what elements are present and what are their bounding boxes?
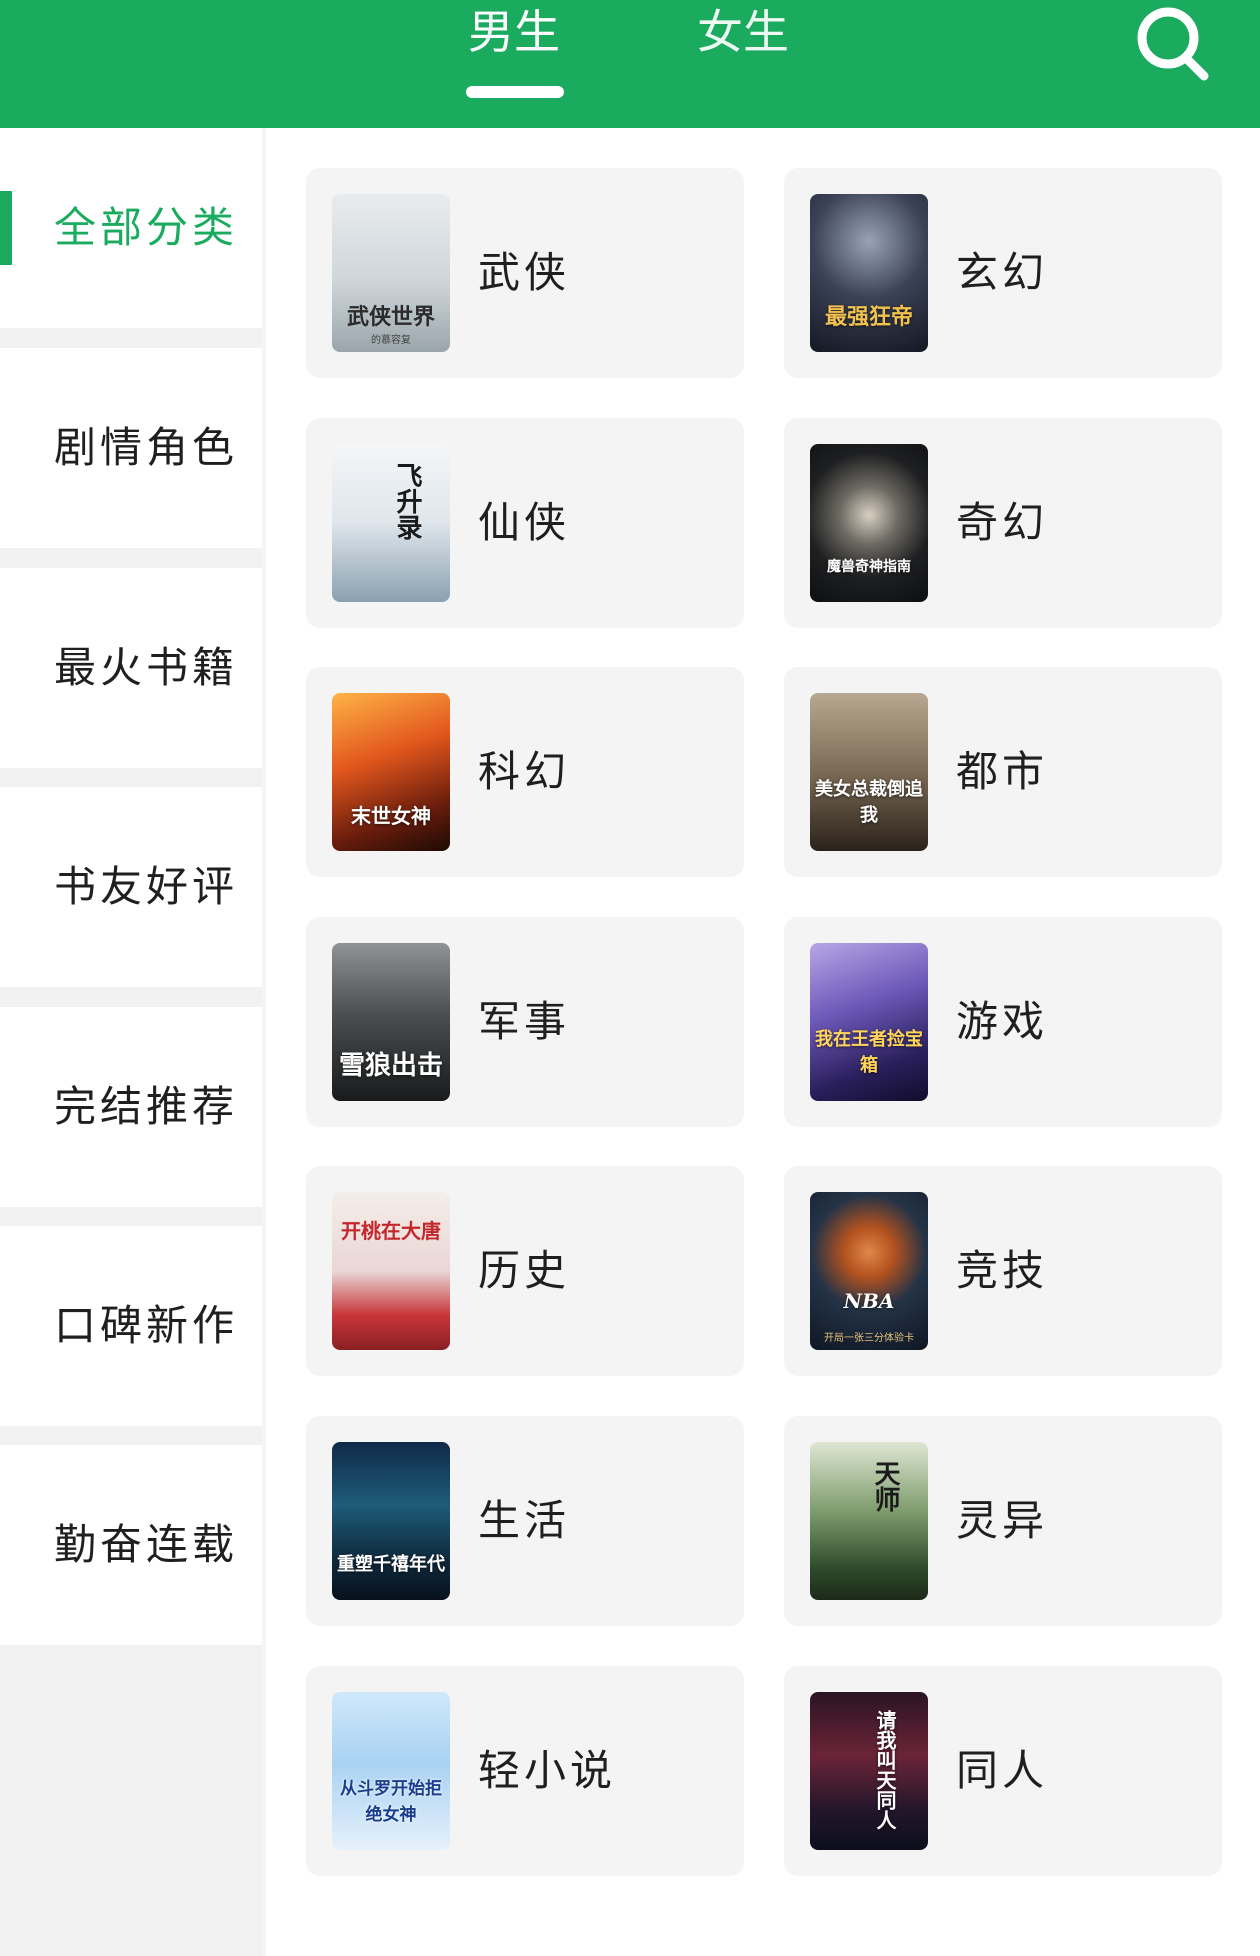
category-name: 历史: [478, 1246, 571, 1295]
sidebar-item-hottest[interactable]: 最火书籍: [0, 568, 262, 768]
category-name: 生活: [478, 1496, 571, 1545]
category-card-light-novel[interactable]: 从斗罗开始拒绝女神 轻小说: [306, 1666, 744, 1876]
sidebar-item-label: 书友好评: [54, 862, 239, 911]
sidebar-item-label: 口碑新作: [54, 1301, 239, 1350]
tab-female[interactable]: 女生: [683, 0, 803, 100]
category-card-wuxia[interactable]: 武侠世界 的慕容复 武侠: [306, 168, 744, 378]
category-name: 竞技: [956, 1246, 1049, 1295]
sidebar-item-label: 全部分类: [54, 203, 239, 252]
sidebar-item-label: 勤奋连载: [54, 1520, 239, 1569]
category-card-xianxia[interactable]: 飞升录 仙侠: [306, 418, 744, 628]
category-name: 军事: [478, 997, 571, 1046]
category-card-urban[interactable]: 美女总裁倒追我 都市: [784, 667, 1222, 877]
sidebar-item-plot-roles[interactable]: 剧情角色: [0, 348, 262, 548]
sidebar-item-all[interactable]: 全部分类: [0, 128, 262, 328]
book-cover: 从斗罗开始拒绝女神: [332, 1692, 450, 1850]
category-card-xuanhuan[interactable]: 最强狂帝 玄幻: [784, 168, 1222, 378]
book-cover: 我在王者捡宝箱: [810, 943, 928, 1101]
category-name: 灵异: [956, 1496, 1049, 1545]
book-cover: 天师: [810, 1442, 928, 1600]
sidebar-active-indicator: [0, 191, 12, 265]
book-cover: 武侠世界 的慕容复: [332, 194, 450, 352]
active-tab-indicator: [466, 86, 564, 98]
category-name: 同人: [956, 1746, 1049, 1795]
category-sidebar: 全部分类 剧情角色 最火书籍 书友好评 完结推荐 口碑新作 勤奋连载: [0, 128, 262, 1956]
category-card-supernatural[interactable]: 天师 灵异: [784, 1416, 1222, 1626]
book-cover: 美女总裁倒追我: [810, 693, 928, 851]
search-button[interactable]: [1128, 0, 1218, 86]
book-cover: NBA 开局一张三分体验卡: [810, 1192, 928, 1350]
category-card-qihuan[interactable]: 魔兽奇神指南 奇幻: [784, 418, 1222, 628]
category-name: 都市: [956, 747, 1049, 796]
search-icon: [1137, 7, 1209, 81]
sidebar-item-label: 完结推荐: [54, 1082, 239, 1131]
category-card-scifi[interactable]: 末世女神 科幻: [306, 667, 744, 877]
category-card-life[interactable]: 重塑千禧年代 生活: [306, 1416, 744, 1626]
category-card-fanfic[interactable]: 请我叫天同人 同人: [784, 1666, 1222, 1876]
category-name: 奇幻: [956, 498, 1049, 547]
sidebar-item-label: 剧情角色: [54, 423, 239, 472]
sidebar-item-ongoing[interactable]: 勤奋连载: [0, 1445, 262, 1645]
category-card-military[interactable]: 雪狼出击 军事: [306, 917, 744, 1127]
category-card-sports[interactable]: NBA 开局一张三分体验卡 竞技: [784, 1166, 1222, 1376]
category-name: 轻小说: [478, 1746, 617, 1795]
tab-male[interactable]: 男生: [454, 0, 574, 100]
category-name: 玄幻: [956, 248, 1049, 297]
book-cover: 末世女神: [332, 693, 450, 851]
sidebar-item-reader-praise[interactable]: 书友好评: [0, 787, 262, 987]
category-name: 科幻: [478, 747, 571, 796]
sidebar-item-completed[interactable]: 完结推荐: [0, 1007, 262, 1207]
category-name: 武侠: [478, 248, 571, 297]
book-cover: 雪狼出击: [332, 943, 450, 1101]
book-cover: 最强狂帝: [810, 194, 928, 352]
book-cover: 重塑千禧年代: [332, 1442, 450, 1600]
book-cover: 魔兽奇神指南: [810, 444, 928, 602]
sidebar-item-label: 最火书籍: [54, 643, 239, 692]
category-card-game[interactable]: 我在王者捡宝箱 游戏: [784, 917, 1222, 1127]
category-name: 游戏: [956, 997, 1049, 1046]
book-cover: 请我叫天同人: [810, 1692, 928, 1850]
book-cover: 开桃在大唐: [332, 1192, 450, 1350]
sidebar-item-new-acclaimed[interactable]: 口碑新作: [0, 1226, 262, 1426]
category-grid: 武侠世界 的慕容复 武侠 最强狂帝 玄幻 飞升录 仙侠 魔兽奇神指南 奇幻 末世…: [266, 128, 1260, 1956]
category-name: 仙侠: [478, 498, 571, 547]
top-bar: 男生 女生: [0, 0, 1260, 128]
category-card-history[interactable]: 开桃在大唐 历史: [306, 1166, 744, 1376]
book-cover: 飞升录: [332, 444, 450, 602]
